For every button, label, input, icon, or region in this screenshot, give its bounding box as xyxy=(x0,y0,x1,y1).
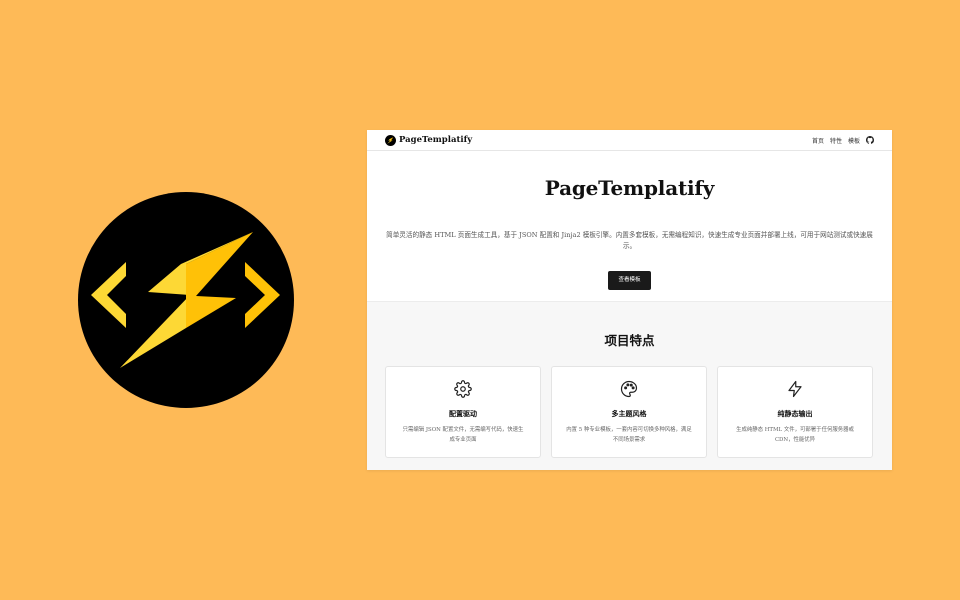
feature-description: 只需编辑 JSON 配置文件，无需编写代码，快速生成专业页面 xyxy=(402,427,524,443)
github-icon[interactable] xyxy=(866,136,874,144)
feature-card-static: 纯静态输出 生成纯静态 HTML 文件，可部署于任何服务器或 CDN，性能优异 xyxy=(717,366,873,458)
view-templates-button[interactable]: 查看模板 xyxy=(608,271,651,290)
lightning-logo-icon xyxy=(385,134,396,146)
feature-description: 生成纯静态 HTML 文件，可部署于任何服务器或 CDN，性能优异 xyxy=(736,427,854,443)
nav-links: 首页 特性 模板 xyxy=(812,136,874,145)
large-lightning-logo-icon xyxy=(78,192,294,408)
navbar: PageTemplatify 首页 特性 模板 xyxy=(367,130,892,151)
features-section: 项目特点 配置驱动 只需编辑 JSON 配置文件，无需编写代码，快速生成专业页面 xyxy=(367,301,892,470)
hero-title: PageTemplatify xyxy=(544,176,715,200)
feature-description: 内置 5 种专业模板，一套内容可切换多种风格，满足不同场景需求 xyxy=(566,427,692,443)
feature-card-config: 配置驱动 只需编辑 JSON 配置文件，无需编写代码，快速生成专业页面 xyxy=(385,366,541,458)
feature-title: 配置驱动 xyxy=(449,410,477,418)
feature-card-themes: 多主题风格 内置 5 种专业模板，一套内容可切换多种风格，满足不同场景需求 xyxy=(551,366,707,458)
gear-icon xyxy=(386,380,540,399)
website-preview: PageTemplatify 首页 特性 模板 PageTemplatify 简… xyxy=(367,130,892,470)
hero-description: 简单灵活的静态 HTML 页面生成工具，基于 JSON 配置和 Jinja2 模… xyxy=(386,231,873,250)
feature-title: 多主题风格 xyxy=(611,410,647,418)
brand-name: PageTemplatify xyxy=(399,135,473,145)
nav-link-features[interactable]: 特性 xyxy=(830,136,842,145)
lightning-icon xyxy=(718,380,872,399)
nav-link-templates[interactable]: 模板 xyxy=(848,136,860,145)
nav-link-home[interactable]: 首页 xyxy=(812,136,824,145)
feature-title: 纯静态输出 xyxy=(777,410,813,418)
hero-section: PageTemplatify 简单灵活的静态 HTML 页面生成工具，基于 JS… xyxy=(367,151,892,300)
palette-icon xyxy=(552,380,706,399)
features-title: 项目特点 xyxy=(604,333,655,348)
brand[interactable]: PageTemplatify xyxy=(385,134,473,146)
